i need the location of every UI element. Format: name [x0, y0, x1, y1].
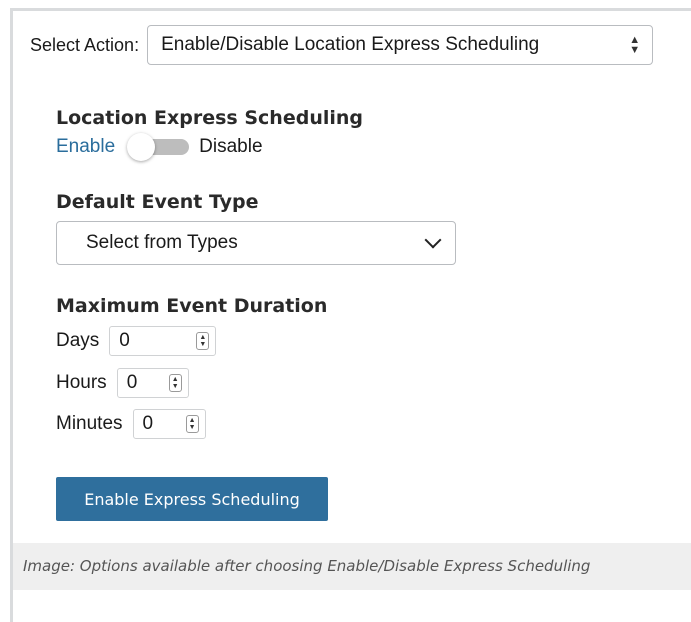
disable-label[interactable]: Disable [199, 136, 262, 158]
days-spinner-icon[interactable]: ▲ ▼ [196, 332, 210, 350]
minutes-input[interactable]: 0 ▲ ▼ [132, 409, 206, 439]
select-action-dropdown[interactable]: Enable/Disable Location Express Scheduli… [147, 25, 654, 65]
hours-label: Hours [56, 372, 107, 393]
enable-disable-toggle[interactable] [127, 133, 190, 161]
days-label: Days [56, 330, 100, 351]
max-duration-title: Maximum Event Duration [56, 295, 328, 317]
up-down-arrows-icon: ▲ ▼ [629, 34, 641, 56]
enable-label[interactable]: Enable [56, 136, 115, 158]
hours-spinner-icon[interactable]: ▲ ▼ [168, 374, 182, 392]
select-action-row: Select Action: Enable/Disable Location E… [30, 25, 654, 65]
minutes-value: 0 [142, 413, 154, 434]
days-value: 0 [119, 330, 130, 351]
days-row: Days 0 ▲ ▼ [56, 326, 217, 356]
minutes-label: Minutes [56, 413, 123, 434]
event-type-value: Select from Types [86, 232, 238, 253]
express-scheduling-panel: Select Action: Enable/Disable Location E… [13, 11, 691, 543]
hours-row: Hours 0 ▲ ▼ [56, 368, 189, 398]
days-input[interactable]: 0 ▲ ▼ [109, 326, 217, 356]
toggle-knob[interactable] [127, 133, 156, 161]
minutes-spinner-icon[interactable]: ▲ ▼ [185, 415, 199, 433]
express-toggle-row: Enable Disable [56, 133, 263, 161]
express-scheduling-title: Location Express Scheduling [56, 107, 363, 129]
event-type-dropdown[interactable]: Select from Types [56, 221, 456, 265]
default-event-type-title: Default Event Type [56, 191, 259, 213]
chevron-down-icon [424, 231, 442, 249]
hours-input[interactable]: 0 ▲ ▼ [116, 368, 189, 398]
select-action-label: Select Action: [30, 34, 140, 55]
image-caption-bar: Image: Options available after choosing … [13, 543, 691, 590]
hours-value: 0 [126, 372, 138, 393]
select-action-value: Enable/Disable Location Express Scheduli… [161, 34, 540, 55]
image-caption: Image: Options available after choosing … [23, 557, 591, 575]
enable-express-scheduling-button[interactable]: Enable Express Scheduling [56, 477, 328, 521]
minutes-row: Minutes 0 ▲ ▼ [56, 409, 206, 439]
